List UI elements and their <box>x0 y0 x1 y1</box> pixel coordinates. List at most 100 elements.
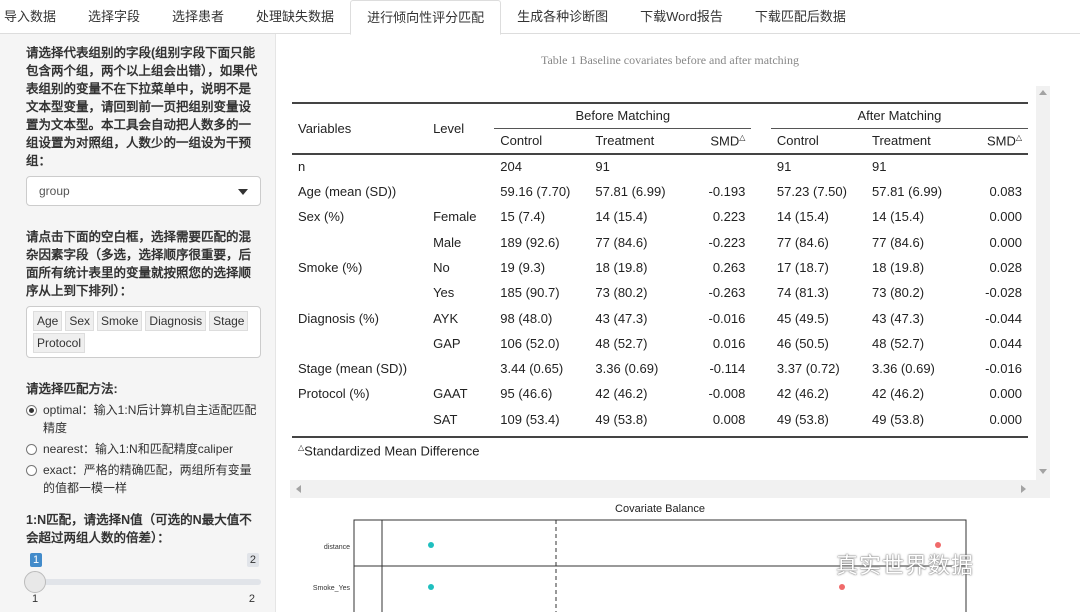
cell-before-smd: -0.193 <box>708 184 746 200</box>
cell-before-treatment: 48 (52.7) <box>595 335 648 351</box>
table-row: Sex (%) Female 15 (7.4) 14 (15.4) 0.223 14 (1… <box>292 204 1028 229</box>
cell-variable <box>292 280 427 305</box>
header-before-control: Control <box>500 133 543 149</box>
scroll-left-icon[interactable] <box>296 485 301 493</box>
cell-level <box>427 154 494 179</box>
cell-after-control: 91 <box>776 159 792 175</box>
method-option[interactable]: exact：严格的精确匹配，两组所有变量的值都一模一样 <box>26 461 261 497</box>
cell-level: AYK <box>433 310 459 326</box>
cell-spacer <box>751 204 771 229</box>
cell-after-smd: 0.028 <box>989 259 1022 275</box>
cell-before-control: 59.16 (7.70) <box>500 184 571 200</box>
header-spacer <box>751 128 771 153</box>
baseline-table: Variables Level Before Matching After Ma… <box>292 102 1028 432</box>
table-row: SAT 109 (53.4) 49 (53.8) 0.008 49 (53.8) 49 (… <box>292 407 1028 432</box>
group-select[interactable]: group <box>26 176 261 206</box>
cell-after-treatment: 18 (19.8) <box>872 259 925 275</box>
cell-after-treatment: 57.81 (6.99) <box>872 184 943 200</box>
cell-before-smd: 0.223 <box>712 209 746 225</box>
confounder-chip[interactable]: Protocol <box>33 333 86 353</box>
cell-after-smd: -0.044 <box>985 310 1022 326</box>
cell-spacer <box>751 381 771 406</box>
cell-after-treatment: 91 <box>872 159 887 175</box>
unadjusted-point-smoke-yes <box>839 584 845 590</box>
confounders-select[interactable]: Age Sex Smoke Diagnosis Stage Protocol <box>26 306 261 358</box>
confounders-label: 请点击下面的空白框，选择需要匹配的混杂因素字段（多选，选择顺序很重要，后面所有统… <box>26 230 252 298</box>
slider-handle[interactable] <box>24 571 46 593</box>
confounder-chip[interactable]: Stage <box>209 311 249 331</box>
table-row: Stage (mean (SD)) 3.44 (0.65) 3.36 (0.69) -… <box>292 356 1028 381</box>
radio-button[interactable] <box>26 444 37 455</box>
cell-variable: Diagnosis (%) <box>298 310 379 326</box>
plot-label-smoke-yes: Smoke_Yes <box>313 585 351 592</box>
cell-level: No <box>433 259 450 275</box>
cell-variable: Stage (mean (SD)) <box>298 361 408 377</box>
tab-4[interactable]: 进行倾向性评分匹配 <box>350 0 502 35</box>
slider-max-label: 2 <box>248 593 255 605</box>
cell-after-control: 17 (18.7) <box>776 259 829 275</box>
cell-spacer <box>751 280 771 305</box>
tab-1[interactable]: 选择字段 <box>72 0 156 34</box>
header-spacer <box>751 103 771 128</box>
cell-before-control: 189 (92.6) <box>500 234 560 250</box>
cell-after-smd: 0.044 <box>989 335 1022 351</box>
table-bottom-rule <box>292 436 1028 438</box>
scroll-right-icon[interactable] <box>1021 485 1026 493</box>
cell-after-control: 57.23 (7.50) <box>776 184 847 200</box>
confounder-chip[interactable]: Smoke <box>97 311 143 331</box>
method-option[interactable]: nearest：输入1:N和匹配精度caliper <box>26 440 261 458</box>
cell-spacer <box>751 154 771 179</box>
ratio-slider[interactable]: 1 2 1 2 <box>24 553 261 605</box>
confounder-chip[interactable]: Diagnosis <box>145 311 207 331</box>
tab-6[interactable]: 下载Word报告 <box>624 0 739 34</box>
cell-before-smd: -0.008 <box>708 386 746 402</box>
cell-level: Yes <box>433 285 455 301</box>
cell-after-smd: 0.000 <box>989 234 1022 250</box>
header-after-control: Control <box>776 133 819 149</box>
tab-7[interactable]: 下载匹配后数据 <box>739 0 862 34</box>
cell-spacer <box>751 407 771 432</box>
cell-before-treatment: 3.36 (0.69) <box>595 361 659 377</box>
header-before-smd: SMD△ <box>692 128 751 153</box>
smd-mark: △ <box>739 133 746 143</box>
cell-after-treatment: 73 (80.2) <box>872 285 925 301</box>
confounder-chip[interactable]: Age <box>33 311 63 331</box>
tab-3[interactable]: 处理缺失数据 <box>240 0 350 34</box>
table-row: Diagnosis (%) AYK 98 (48.0) 43 (47.3) -0.016… <box>292 305 1028 330</box>
cell-spacer <box>751 331 771 356</box>
radio-button[interactable] <box>26 405 37 416</box>
cell-after-control: 49 (53.8) <box>776 411 829 427</box>
tab-5[interactable]: 生成各种诊断图 <box>501 0 624 34</box>
header-variables: Variables <box>292 103 428 155</box>
confounder-chip[interactable]: Sex <box>65 311 95 331</box>
cell-variable <box>292 407 427 432</box>
footnote-text: Standardized Mean Difference <box>304 443 480 459</box>
cell-level <box>427 179 494 204</box>
table-caption: Table 1 Baseline covariates before and a… <box>540 53 800 67</box>
cell-before-treatment: 43 (47.3) <box>595 310 648 326</box>
cell-spacer <box>751 356 771 381</box>
cell-variable <box>292 331 427 356</box>
smd-label: SMD <box>986 133 1016 149</box>
table-row: n 204 91 91 91 <box>292 154 1028 179</box>
method-option[interactable]: optimal：输入1:N后计算机自主适配匹配精度 <box>26 401 261 437</box>
cell-before-control: 3.44 (0.65) <box>500 361 564 377</box>
cell-before-treatment: 73 (80.2) <box>595 285 648 301</box>
slider-track[interactable] <box>26 579 261 585</box>
scroll-down-icon[interactable] <box>1039 469 1047 474</box>
adjusted-point-smoke-yes <box>428 584 434 590</box>
cell-after-treatment: 77 (84.6) <box>872 234 925 250</box>
scroll-up-icon[interactable] <box>1039 90 1047 95</box>
cell-before-treatment: 14 (15.4) <box>595 209 648 225</box>
watermark-logo: 真实世界数据 <box>836 554 975 579</box>
tab-0[interactable]: 导入数据 <box>0 0 72 34</box>
cell-level: GAAT <box>433 386 468 402</box>
tab-2[interactable]: 选择患者 <box>156 0 240 34</box>
radio-button[interactable] <box>26 465 37 476</box>
cell-before-treatment: 49 (53.8) <box>595 411 648 427</box>
slider-min-label: 1 <box>32 593 39 605</box>
vertical-scrollbar[interactable] <box>1036 86 1050 480</box>
cell-variable: Age (mean (SD)) <box>298 184 397 200</box>
horizontal-scrollbar[interactable] <box>290 480 1050 498</box>
cell-after-smd: -0.016 <box>985 361 1022 377</box>
